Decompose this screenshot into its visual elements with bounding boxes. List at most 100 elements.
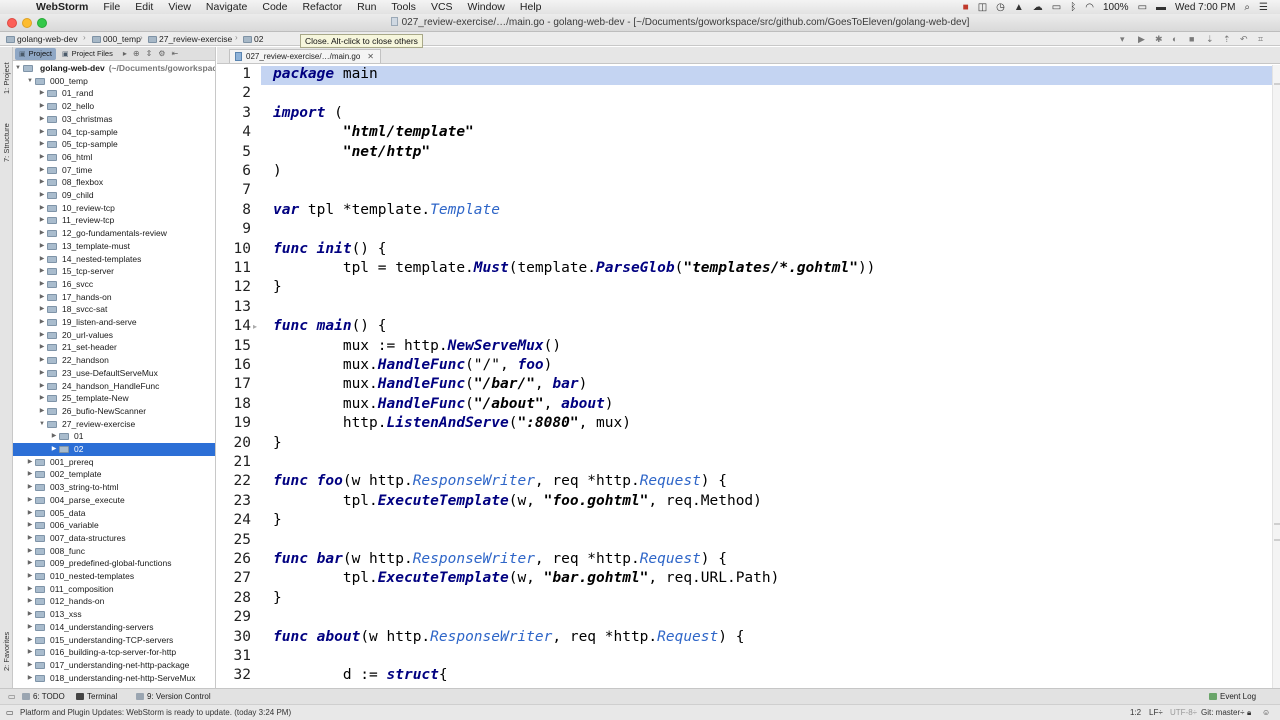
tree-item[interactable]: ▶ 014_understanding-servers (13, 621, 215, 634)
view-dropdown-icon[interactable]: ▸ (123, 49, 127, 58)
code-line[interactable]: } (273, 434, 282, 453)
menu-webstorm[interactable]: WebStorm (36, 1, 88, 13)
tree-item[interactable]: ▶ 14_nested-templates (13, 253, 215, 266)
tool-expand-icon[interactable]: ▭ (8, 692, 16, 701)
tree-item[interactable]: ▶ 09_child (13, 189, 215, 202)
expand-arrow-icon[interactable]: ▶ (38, 189, 46, 202)
status-message[interactable]: Platform and Plugin Updates: WebStorm is… (20, 708, 291, 717)
code-line[interactable]: func bar(w http.ResponseWriter, req *htt… (273, 550, 727, 569)
tree-item[interactable]: ▶ 15_tcp-server (13, 265, 215, 278)
collapse-all-icon[interactable]: ⇕ (146, 49, 153, 58)
code-line[interactable]: tpl.ExecuteTemplate(w, "bar.gohtml", req… (273, 569, 780, 588)
expand-arrow-icon[interactable]: ▶ (26, 494, 34, 507)
code-line[interactable]: "net/http" (273, 143, 430, 162)
tree-item[interactable]: ▶ 26_bufio-NewScanner (13, 405, 215, 418)
tree-item[interactable]: ▶ 009_predefined-global-functions (13, 557, 215, 570)
expand-arrow-icon[interactable]: ▶ (26, 519, 34, 532)
expand-arrow-icon[interactable]: ▶ (50, 430, 58, 443)
expand-arrow-icon[interactable]: ▶ (38, 278, 46, 291)
tree-item[interactable]: ▶ 04_tcp-sample (13, 126, 215, 139)
tool-todo[interactable]: 6: TODO (22, 692, 65, 701)
tab-project-view[interactable]: ▣ Project (15, 47, 56, 60)
expand-arrow-icon[interactable]: ▶ (26, 608, 34, 621)
tree-item[interactable]: ▶ 08_flexbox (13, 176, 215, 189)
tree-item[interactable]: ▶ 02 (13, 443, 215, 456)
tree-item[interactable]: ▶ 16_svcc (13, 278, 215, 291)
clock[interactable]: Wed 7:00 PM (1175, 2, 1235, 13)
code-line[interactable]: tpl = template.Must(template.ParseGlob("… (273, 259, 876, 278)
expand-arrow-icon[interactable]: ▶ (38, 380, 46, 393)
expand-arrow-icon[interactable]: ▶ (26, 468, 34, 481)
tree-item[interactable]: ▶ 01 (13, 430, 215, 443)
search-icon[interactable]: ⌕ (1244, 2, 1250, 13)
bluetooth-icon[interactable]: ᛒ (1070, 2, 1076, 13)
code-editor[interactable]: 1 2 3 4 5 6 7 8 9 10 11 12 13 14 15 16 17 18 19 20 21 22 23 24 2… (217, 65, 1280, 688)
code-line[interactable]: package main (273, 65, 378, 84)
backup-icon[interactable]: ◷ (996, 2, 1005, 13)
menu-help[interactable]: Help (520, 1, 542, 13)
tree-item[interactable]: ▶ 13_template-must (13, 240, 215, 253)
tree-item[interactable]: ▶ 17_hands-on (13, 291, 215, 304)
editor-scrollbar[interactable] (1272, 65, 1280, 688)
tree-item[interactable]: ▼ 000_temp (13, 75, 215, 88)
tree-root-golang-web-dev[interactable]: ▼ golang-web-dev(~/Documents/goworkspace/… (13, 62, 215, 75)
tree-item[interactable]: ▶ 10_review-tcp (13, 202, 215, 215)
status-toggle-icon[interactable]: ▭ (6, 708, 14, 717)
code-line[interactable]: mux := http.NewServeMux() (273, 337, 561, 356)
breadcrumb-root[interactable]: golang-web-dev (6, 33, 77, 45)
line-separator[interactable]: LF÷ (1149, 708, 1163, 717)
expand-arrow-icon[interactable]: ▶ (26, 532, 34, 545)
expand-arrow-icon[interactable]: ▶ (38, 291, 46, 304)
tree-item[interactable]: ▶ 001_prereq (13, 456, 215, 469)
vcs-update-icon[interactable]: ⇣ (1206, 34, 1214, 45)
tab-close-icon[interactable]: ✕ (367, 52, 374, 61)
tree-item[interactable]: ▶ 06_html (13, 151, 215, 164)
code-line[interactable]: func main() { (273, 317, 387, 336)
vcs-revert-icon[interactable]: ↶ (1240, 34, 1248, 45)
editor-tab-main-go[interactable]: 027_review-exercise/…/main.go ✕ (229, 49, 381, 63)
cloud-icon[interactable]: ☁ (1033, 2, 1043, 13)
expand-arrow-icon[interactable]: ▶ (38, 405, 46, 418)
tool-version-control[interactable]: 9: Version Control (136, 692, 211, 701)
tree-item[interactable]: ▶ 02_hello (13, 100, 215, 113)
tree-item[interactable]: ▶ 03_christmas (13, 113, 215, 126)
expand-arrow-icon[interactable]: ▶ (26, 481, 34, 494)
run-icon[interactable]: ▶ (1138, 34, 1145, 45)
file-encoding[interactable]: UTF-8÷ (1170, 708, 1197, 717)
code-line[interactable]: mux.HandleFunc("/", foo) (273, 356, 553, 375)
tree-item[interactable]: ▶ 12_go-fundamentals-review (13, 227, 215, 240)
tree-item[interactable]: ▼ 27_review-exercise (13, 418, 215, 431)
hide-panel-icon[interactable]: ⇤ (171, 49, 178, 58)
menu-navigate[interactable]: Navigate (206, 1, 247, 13)
expand-arrow-icon[interactable]: ▶ (38, 176, 46, 189)
vcs-history-icon[interactable]: ⌗ (1258, 34, 1263, 45)
expand-arrow-icon[interactable]: ▶ (38, 392, 46, 405)
expand-arrow-icon[interactable]: ▶ (38, 329, 46, 342)
expand-arrow-icon[interactable]: ▶ (26, 659, 34, 672)
tree-item[interactable]: ▶ 016_building-a-tcp-server-for-http (13, 646, 215, 659)
tree-item[interactable]: ▶ 19_listen-and-serve (13, 316, 215, 329)
expand-arrow-icon[interactable]: ▶ (38, 341, 46, 354)
expand-arrow-icon[interactable]: ▶ (38, 214, 46, 227)
expand-arrow-icon[interactable]: ▶ (38, 367, 46, 380)
expand-arrow-icon[interactable]: ▶ (38, 113, 46, 126)
expand-arrow-icon[interactable]: ▶ (26, 557, 34, 570)
expand-arrow-icon[interactable]: ▶ (38, 354, 46, 367)
tool-terminal[interactable]: Terminal (76, 692, 117, 701)
code-line[interactable]: func init() { (273, 240, 387, 259)
error-stripe-mark[interactable] (1274, 523, 1280, 525)
git-branch[interactable]: Git: master÷ (1201, 708, 1245, 717)
error-stripe-mark[interactable] (1274, 539, 1280, 541)
breadcrumb-02[interactable]: 02 (243, 33, 263, 45)
expand-arrow-icon[interactable]: ▶ (38, 87, 46, 100)
expand-arrow-icon[interactable]: ▶ (38, 240, 46, 253)
code-line[interactable]: } (273, 511, 282, 530)
expand-arrow-icon[interactable]: ▼ (14, 62, 22, 75)
tree-item[interactable]: ▶ 015_understanding-TCP-servers (13, 634, 215, 647)
expand-arrow-icon[interactable]: ▶ (26, 456, 34, 469)
expand-arrow-icon[interactable]: ▶ (38, 138, 46, 151)
tree-item[interactable]: ▶ 01_rand (13, 87, 215, 100)
airplay-icon[interactable]: ▭ (1052, 2, 1061, 13)
tree-item[interactable]: ▶ 20_url-values (13, 329, 215, 342)
expand-arrow-icon[interactable]: ▶ (26, 583, 34, 596)
